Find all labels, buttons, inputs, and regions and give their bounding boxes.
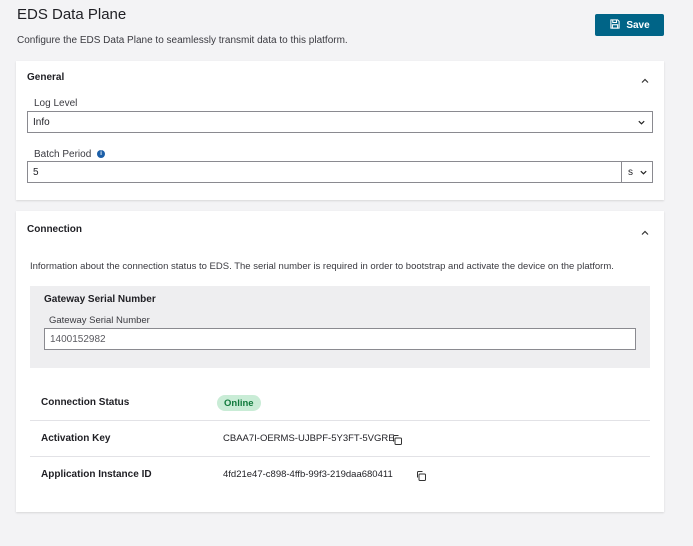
connection-card-title: Connection <box>27 224 82 235</box>
activation-key-label: Activation Key <box>41 433 111 444</box>
batch-period-unit-select[interactable]: s <box>621 161 653 183</box>
application-instance-id-value: 4fd21e47-c898-4ffb-99f3-219daa680411 <box>223 469 393 480</box>
application-instance-id-label: Application Instance ID <box>41 469 152 480</box>
log-level-value: Info <box>33 116 50 128</box>
application-instance-id-row: Application Instance ID 4fd21e47-c898-4f… <box>30 457 650 493</box>
batch-period-unit-value: s <box>628 166 633 178</box>
log-level-label: Log Level <box>34 98 78 109</box>
page-description: Configure the EDS Data Plane to seamless… <box>17 35 348 46</box>
connection-status-label: Connection Status <box>41 397 130 408</box>
serial-field-label: Gateway Serial Number <box>49 315 150 326</box>
copy-activation-key-copy-icon[interactable] <box>391 433 403 445</box>
activation-key-row: Activation Key CBAA7I-OERMS-UJBPF-5Y3FT-… <box>30 421 650 457</box>
serial-section-title: Gateway Serial Number <box>44 294 156 305</box>
general-card: General Log Level Info Batch Period i 5 … <box>16 61 664 200</box>
save-button[interactable]: Save <box>595 14 664 36</box>
serial-number-panel: Gateway Serial Number Gateway Serial Num… <box>30 286 650 368</box>
status-badge: Online <box>217 395 261 411</box>
batch-period-input[interactable]: 5 <box>27 161 622 183</box>
activation-key-value: CBAA7I-OERMS-UJBPF-5Y3FT-5VGRE <box>223 433 395 444</box>
collapse-general-chevron-up-icon[interactable] <box>640 73 650 83</box>
connection-card: Connection Information about the connect… <box>16 211 664 512</box>
batch-period-label-wrap: Batch Period i <box>34 149 106 160</box>
copy-instance-id-copy-icon[interactable] <box>415 469 427 481</box>
batch-period-value: 5 <box>33 166 39 178</box>
connection-info-text: Information about the connection status … <box>30 261 614 272</box>
chevron-down-icon <box>637 118 646 127</box>
connection-status-row: Connection Status Online <box>30 385 650 421</box>
general-card-title: General <box>27 72 65 83</box>
log-level-select[interactable]: Info <box>27 111 653 133</box>
save-icon <box>609 18 621 33</box>
info-icon[interactable]: i <box>97 150 106 159</box>
serial-number-input[interactable] <box>44 328 636 350</box>
chevron-down-icon <box>639 168 648 177</box>
batch-period-label: Batch Period <box>34 149 92 160</box>
collapse-connection-chevron-up-icon[interactable] <box>640 225 650 235</box>
save-button-label: Save <box>626 19 650 31</box>
page-title: EDS Data Plane <box>17 6 127 23</box>
